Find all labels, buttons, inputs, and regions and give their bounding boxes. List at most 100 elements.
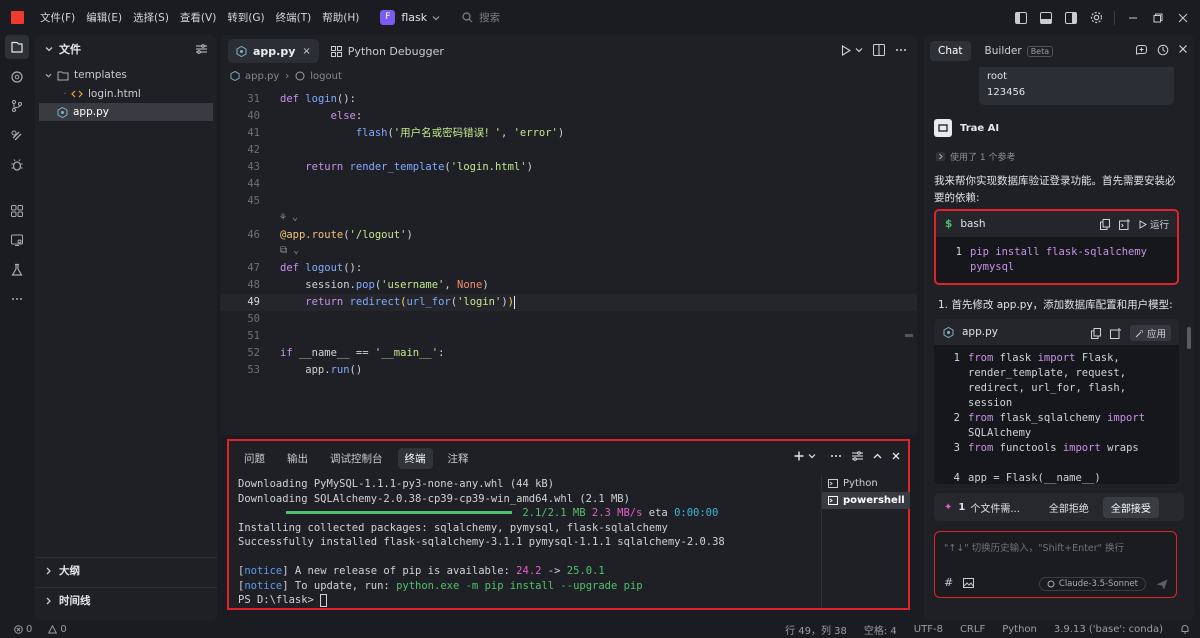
tab-problems[interactable]: 问题 — [237, 448, 272, 469]
code-lens-copy[interactable]: ⧉ ⌄ — [280, 245, 299, 259]
indentation[interactable]: 空格: 4 — [864, 622, 897, 637]
panel-settings-icon[interactable] — [852, 451, 863, 461]
close-chat-icon[interactable] — [1178, 44, 1188, 56]
menu-edit[interactable]: 编辑(E) — [86, 10, 122, 25]
python-file-icon — [236, 45, 247, 57]
accept-all-button[interactable]: 全部接受 — [1102, 496, 1159, 518]
add-context-button[interactable]: # — [944, 576, 953, 589]
tab-comments[interactable]: 注释 — [441, 448, 476, 469]
tab-python-debugger[interactable]: Python Debugger — [323, 39, 452, 63]
notifications-bell-icon[interactable] — [1180, 624, 1190, 634]
timeline-section[interactable]: 时间线 — [35, 587, 217, 613]
user-message-line: 123456 — [987, 87, 1026, 98]
apply-button[interactable]: 应用 — [1129, 325, 1171, 341]
menu-terminal[interactable]: 终端(T) — [276, 10, 312, 25]
code-editor[interactable]: 31 def login(): 40 else: 41 flash('用户名或密码… — [220, 91, 917, 435]
code-card-line: 1 pip install flask-sqlalchemy — [955, 246, 1148, 258]
panel-more-icon[interactable] — [830, 454, 842, 458]
editor-tabs: app.py × Python Debugger — [220, 35, 917, 67]
tab-app-py[interactable]: app.py × — [228, 39, 319, 63]
cursor-position[interactable]: 行 49，列 38 — [785, 622, 847, 637]
menu-go[interactable]: 转到(G) — [227, 10, 264, 25]
maximize-panel-icon[interactable] — [873, 452, 882, 460]
run-icon[interactable] — [841, 44, 851, 56]
minimize-icon[interactable] — [1126, 11, 1140, 25]
outline-section[interactable]: 大纲 — [35, 557, 217, 583]
tree-file-login-html[interactable]: · login.html — [39, 85, 213, 103]
split-editor-icon[interactable] — [873, 44, 885, 56]
image-icon[interactable] — [963, 577, 975, 588]
menu-file[interactable]: 文件(F) — [40, 10, 75, 25]
preview-icon[interactable] — [8, 231, 26, 249]
insert-terminal-icon[interactable] — [1118, 218, 1130, 230]
tab-chat[interactable]: Chat — [930, 41, 971, 61]
language-mode[interactable]: Python — [1002, 624, 1037, 635]
settings-icon[interactable] — [1089, 11, 1103, 25]
assistant-header: Trae AI — [934, 119, 999, 137]
insert-code-icon[interactable] — [1109, 327, 1121, 339]
problems-status[interactable]: 0 0 — [14, 624, 83, 635]
run-options-chevron-icon[interactable] — [855, 46, 863, 54]
menu-view[interactable]: 查看(V) — [180, 10, 216, 25]
terminal-item-python[interactable]: Python — [822, 475, 910, 492]
chat-input-box[interactable]: "↑↓" 切换历史输入，"Shift+Enter" 换行 # Claude-3.… — [934, 531, 1177, 598]
menu-selection[interactable]: 选择(S) — [133, 10, 169, 25]
terminal-item-powershell[interactable]: powershell — [822, 492, 910, 509]
toggle-sidebar-icon[interactable] — [1014, 11, 1028, 25]
copy-icon[interactable] — [1090, 327, 1101, 339]
close-tab-icon[interactable]: × — [302, 46, 310, 57]
menu-help[interactable]: 帮助(H) — [322, 10, 359, 25]
tab-debug-console[interactable]: 调试控制台 — [323, 448, 390, 469]
code-lens-ai[interactable]: ⚘ ⌄ — [280, 212, 298, 226]
close-window-icon[interactable] — [1176, 11, 1190, 25]
debug-icon[interactable] — [8, 156, 26, 174]
code-line: 41 flash('用户名或密码错误！', 'error') — [247, 127, 565, 139]
run-command-button[interactable]: 运行 — [1139, 217, 1169, 231]
more-actions-icon[interactable] — [895, 48, 907, 52]
pending-label[interactable]: 个文件需... — [970, 500, 1020, 515]
explorer-icon[interactable] — [5, 35, 29, 59]
code-card-language: bash — [960, 218, 986, 230]
history-icon[interactable] — [1157, 44, 1169, 56]
breadcrumb: app.py › logout — [220, 67, 917, 85]
breadcrumb-symbol[interactable]: logout — [310, 71, 342, 82]
tree-file-app-py[interactable]: app.py — [39, 103, 213, 121]
close-panel-icon[interactable] — [892, 452, 900, 460]
reject-all-button[interactable]: 全部拒绝 — [1041, 497, 1097, 518]
play-icon — [1139, 219, 1147, 229]
new-terminal-icon[interactable] — [794, 451, 804, 461]
new-chat-icon[interactable] — [1135, 44, 1148, 56]
tab-builder[interactable]: Builder Beta — [977, 41, 1062, 61]
terminal-profile-chevron-icon[interactable] — [808, 452, 816, 460]
tab-terminal[interactable]: 终端 — [397, 447, 433, 469]
search-panel-icon[interactable] — [8, 68, 26, 86]
testing-icon[interactable] — [8, 261, 26, 279]
chat-scrollbar[interactable] — [1187, 327, 1191, 349]
source-control-icon[interactable] — [8, 97, 26, 115]
restore-icon[interactable] — [1151, 11, 1165, 25]
copy-icon[interactable] — [1099, 218, 1110, 230]
terminal-output[interactable]: Downloading PyMySQL-1.1.1-py3-none-any.w… — [238, 477, 818, 608]
explorer-options-icon[interactable] — [196, 44, 207, 54]
model-selector[interactable]: Claude-3.5-Sonnet — [1038, 577, 1146, 591]
extensions-icon[interactable] — [8, 202, 26, 220]
encoding[interactable]: UTF-8 — [914, 624, 943, 635]
toggle-panel-icon[interactable] — [1039, 11, 1053, 25]
global-search[interactable]: 搜索 — [462, 10, 500, 25]
send-icon[interactable] — [1156, 579, 1168, 590]
references-toggle[interactable]: 使用了 1 个参考 — [936, 150, 1015, 163]
more-icon[interactable] — [8, 290, 26, 308]
toggle-chat-icon[interactable] — [1064, 11, 1078, 25]
tab-output[interactable]: 输出 — [280, 448, 315, 469]
python-interpreter[interactable]: 3.9.13 ('base': conda) — [1054, 624, 1163, 635]
code-line: 42 — [247, 144, 260, 156]
remote-icon[interactable] — [8, 127, 26, 145]
ai-chat-panel: Chat Builder Beta root 123456 Trae AI 使用了… — [924, 35, 1194, 620]
tree-folder-templates[interactable]: templates — [39, 66, 213, 84]
chevron-down-icon[interactable] — [45, 45, 53, 53]
end-of-line[interactable]: CRLF — [960, 624, 985, 635]
error-icon — [14, 624, 23, 634]
breadcrumb-file[interactable]: app.py — [245, 71, 279, 82]
project-switcher[interactable]: F flask — [380, 10, 440, 25]
beta-badge: Beta — [1026, 45, 1054, 57]
